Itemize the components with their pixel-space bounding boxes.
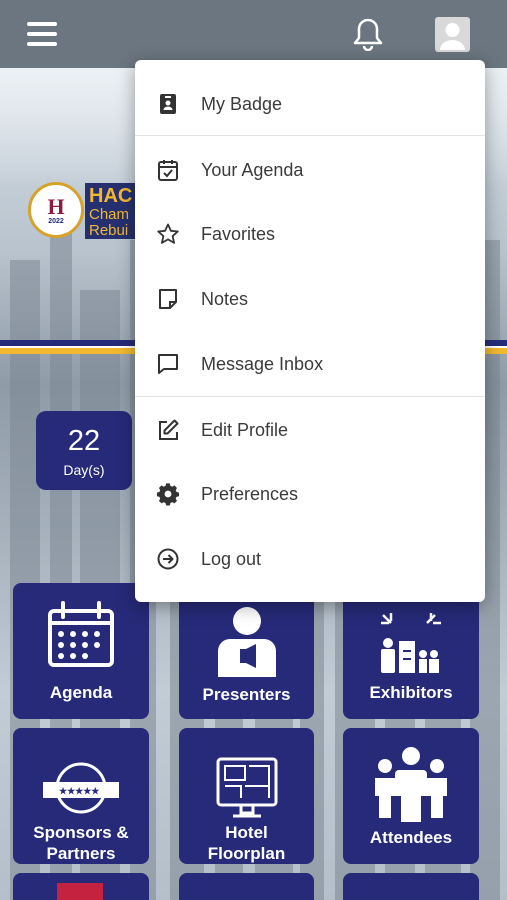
tile-label: Agenda xyxy=(49,683,113,702)
menu-item-preferences[interactable]: Preferences xyxy=(135,462,485,526)
menu-item-label: Favorites xyxy=(201,223,276,244)
note-icon xyxy=(159,289,177,309)
menu-item-your-agenda[interactable]: Your Agenda xyxy=(135,138,485,202)
menu-item-label: Your Agenda xyxy=(201,159,304,180)
tile-presenters[interactable]: Presenters xyxy=(179,583,314,719)
tile-agenda[interactable]: Agenda xyxy=(13,583,149,719)
hamburger-icon[interactable] xyxy=(27,22,57,46)
tile-sponsors-partners[interactable]: ★★★★★ Sponsors & Partners xyxy=(13,728,149,864)
countdown-value: 22 xyxy=(67,425,101,457)
menu-divider xyxy=(135,396,485,397)
tile-partial-2[interactable] xyxy=(179,873,314,900)
tile-exhibitors[interactable]: Exhibitors xyxy=(343,583,479,719)
exhibitors-icon xyxy=(381,613,441,673)
logo-emblem: H 2022 xyxy=(28,182,84,238)
presenter-icon xyxy=(218,607,276,677)
menu-item-label: Preferences xyxy=(201,483,299,504)
logout-icon xyxy=(157,548,179,570)
menu-item-notes[interactable]: Notes xyxy=(135,267,485,331)
tile-partial-3[interactable] xyxy=(343,873,479,900)
tile-label-line1: Hotel xyxy=(225,823,268,842)
menu-divider xyxy=(135,135,485,136)
tile-partial-logo xyxy=(57,883,103,900)
countdown-unit: Day(s) xyxy=(63,462,105,478)
calendar-check-icon xyxy=(158,160,178,181)
menu-item-label: My Badge xyxy=(201,93,283,114)
gear-icon xyxy=(156,483,179,506)
logo-line2: Cham xyxy=(89,206,130,223)
svg-text:★★★★★: ★★★★★ xyxy=(59,786,100,796)
menu-item-message-inbox[interactable]: Message Inbox xyxy=(135,332,485,396)
tile-label-line2: Floorplan xyxy=(207,844,286,863)
badge-icon xyxy=(160,94,176,114)
tile-attendees[interactable]: Attendees xyxy=(343,728,479,864)
menu-item-log-out[interactable]: Log out xyxy=(135,527,485,591)
countdown-badge: 22 Day(s) xyxy=(36,411,132,490)
menu-item-label: Log out xyxy=(201,548,262,569)
attendees-icon xyxy=(375,747,447,822)
menu-item-label: Message Inbox xyxy=(201,353,324,374)
user-dropdown-menu: My Badge Your Agenda Favorites Notes Mes… xyxy=(135,60,485,602)
tile-label: Exhibitors xyxy=(369,683,453,702)
edit-icon xyxy=(159,419,179,440)
logo-line1: HAC xyxy=(89,185,133,207)
tile-label-line1: Sponsors & xyxy=(33,823,129,842)
floorplan-icon xyxy=(216,757,278,818)
logo-initial: H xyxy=(47,193,65,219)
sponsor-badge-icon: ★★★★★ xyxy=(43,762,119,814)
tile-hotel-floorplan[interactable]: Hotel Floorplan xyxy=(179,728,314,864)
menu-item-my-badge[interactable]: My Badge xyxy=(135,72,485,136)
logo-year: 2022 xyxy=(48,217,64,225)
tile-label: Attendees xyxy=(369,828,453,847)
star-icon xyxy=(157,223,179,244)
menu-item-label: Notes xyxy=(201,288,249,309)
tile-label: Presenters xyxy=(202,685,291,704)
menu-item-favorites[interactable]: Favorites xyxy=(135,202,485,266)
menu-item-edit-profile[interactable]: Edit Profile xyxy=(135,398,485,462)
logo-line3: Rebui xyxy=(89,222,129,239)
menu-item-label: Edit Profile xyxy=(201,419,289,440)
user-avatar-icon[interactable] xyxy=(435,17,470,52)
tile-partial-1[interactable] xyxy=(13,873,149,900)
calendar-icon xyxy=(48,601,114,667)
tile-label-line2: Partners xyxy=(46,844,116,863)
bell-icon[interactable] xyxy=(352,17,384,51)
top-app-bar xyxy=(0,0,507,68)
message-icon xyxy=(158,354,178,374)
